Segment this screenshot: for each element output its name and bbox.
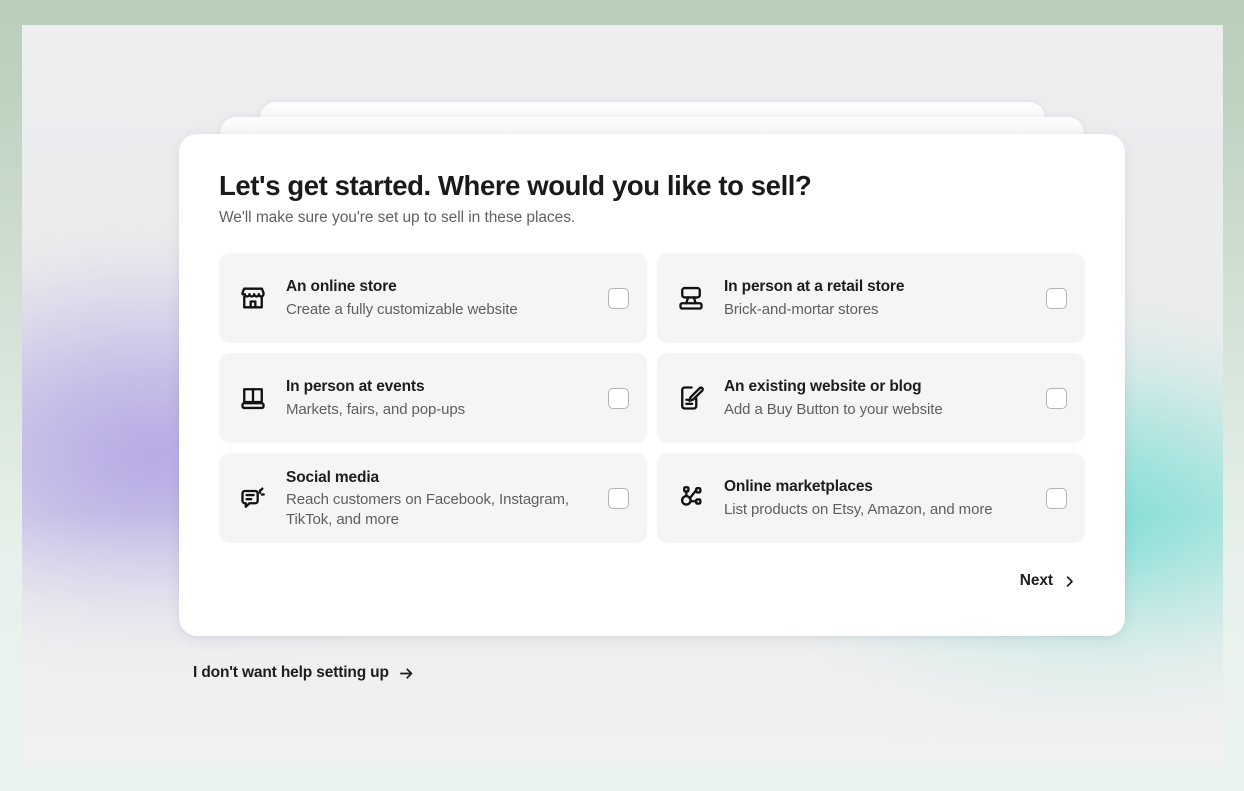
skip-setup-link[interactable]: I don't want help setting up [193,664,415,682]
option-description: Reach customers on Facebook, Instagram, … [286,490,569,528]
page-subtitle: We'll make sure you're set up to sell in… [219,209,576,227]
option-online-marketplaces[interactable]: Online marketplaces List products on Ets… [657,453,1085,544]
option-description: Add a Buy Button to your website [724,400,943,418]
option-title: An existing website or blog [724,378,922,396]
page-title: Let's get started. Where would you like … [219,170,812,201]
option-title: In person at events [286,378,425,396]
chevron-right-icon [1062,574,1077,589]
option-description: List products on Etsy, Amazon, and more [724,500,993,518]
card-footer: Next [219,568,1085,594]
skip-setup-label: I don't want help setting up [193,664,389,681]
storefront-icon [238,283,268,313]
option-title: Online marketplaces [724,478,873,496]
setup-card: Let's get started. Where would you like … [179,134,1125,636]
option-checkbox[interactable] [608,487,629,509]
option-text: In person at a retail store Brick-and-mo… [724,277,1028,319]
arrow-right-icon [398,665,415,682]
market-stall-icon [238,383,268,413]
option-checkbox[interactable] [1046,387,1067,409]
option-text: An existing website or blog Add a Buy Bu… [724,377,1028,419]
option-text: An online store Create a fully customiza… [286,277,590,319]
option-text: Social media Reach customers on Facebook… [286,468,590,530]
channels-network-icon [676,483,706,513]
option-retail-store[interactable]: In person at a retail store Brick-and-mo… [657,253,1085,344]
option-title: In person at a retail store [724,278,905,296]
next-button-label: Next [1019,572,1053,590]
option-social-media[interactable]: Social media Reach customers on Facebook… [219,453,647,544]
pos-terminal-icon [676,283,706,313]
option-existing-website[interactable]: An existing website or blog Add a Buy Bu… [657,353,1085,444]
speech-bubble-sparkle-icon [238,483,268,513]
option-description: Brick-and-mortar stores [724,300,879,318]
option-title: An online store [286,278,397,296]
option-checkbox[interactable] [1046,487,1067,509]
option-checkbox[interactable] [608,287,629,309]
option-checkbox[interactable] [608,387,629,409]
document-edit-icon [676,383,706,413]
option-title: Social media [286,468,379,486]
option-checkbox[interactable] [1046,287,1067,309]
option-description: Create a fully customizable website [286,300,518,318]
option-text: Online marketplaces List products on Ets… [724,477,1028,519]
option-description: Markets, fairs, and pop-ups [286,400,466,418]
option-events[interactable]: In person at events Markets, fairs, and … [219,353,647,444]
option-online-store[interactable]: An online store Create a fully customiza… [219,253,647,344]
option-text: In person at events Markets, fairs, and … [286,377,590,419]
sales-channel-options: An online store Create a fully customiza… [219,253,1085,544]
app-viewport: Let's get started. Where would you like … [22,25,1223,765]
next-button[interactable]: Next [1018,568,1079,594]
